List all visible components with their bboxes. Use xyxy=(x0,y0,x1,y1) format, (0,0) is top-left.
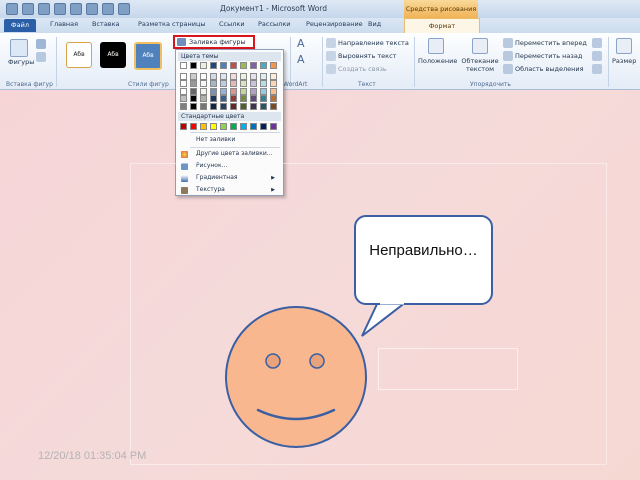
left-eye xyxy=(265,353,281,369)
timestamp: 12/20/18 01:35:04 PM xyxy=(38,450,147,462)
drawing-layer xyxy=(225,301,409,448)
right-eye xyxy=(309,353,325,369)
smiley-face[interactable] xyxy=(225,306,367,448)
speech-bubble-text: Неправильно… xyxy=(369,242,478,259)
speech-bubble-tail[interactable] xyxy=(361,301,409,337)
